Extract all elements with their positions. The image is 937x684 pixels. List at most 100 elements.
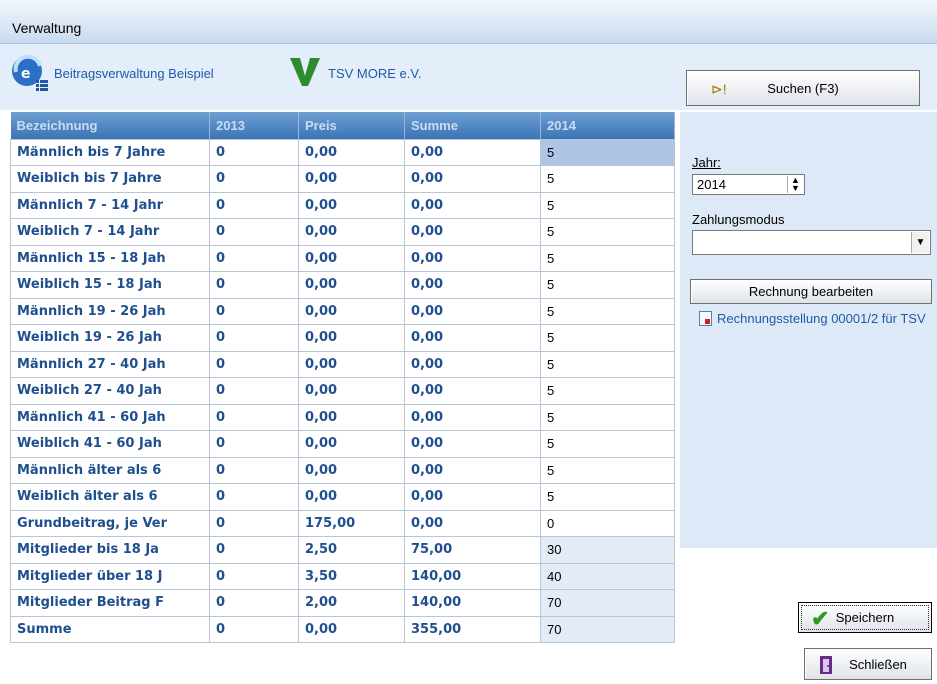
table-cell: 0 [209, 191, 299, 219]
editable-cell-2014[interactable]: 5 [540, 138, 675, 166]
column-header[interactable]: Summe [404, 112, 541, 139]
spin-arrows-icon[interactable]: ▲ ▼ [787, 176, 803, 193]
window-title: Verwaltung [12, 20, 82, 36]
edit-invoice-button[interactable]: Rechnung bearbeiten [690, 279, 932, 304]
table-cell: Männlich 41 - 60 Jah [10, 403, 210, 431]
editable-cell-2014[interactable]: 40 [540, 562, 675, 590]
year-value: 2014 [697, 177, 726, 192]
editable-cell-2014[interactable]: 5 [540, 297, 675, 325]
editable-cell-2014[interactable]: 0 [540, 509, 675, 537]
editable-cell-2014[interactable]: 5 [540, 483, 675, 511]
editable-cell-2014[interactable]: 30 [540, 536, 675, 564]
editable-cell-2014[interactable]: 5 [540, 377, 675, 405]
table-cell: 0 [209, 138, 299, 166]
table-row[interactable]: Männlich 27 - 40 Jah 0 0,00 0,00 5 [10, 350, 675, 378]
table-row[interactable]: Weiblich bis 7 Jahre 0 0,00 0,00 5 [10, 165, 675, 193]
table-row[interactable]: Männlich älter als 6 0 0,00 0,00 5 [10, 456, 675, 484]
save-button[interactable]: ✔ Speichern [798, 602, 932, 633]
table-cell: 0,00 [298, 244, 405, 272]
window-titlebar: Verwaltung [0, 0, 937, 44]
editable-cell-2014[interactable]: 5 [540, 191, 675, 219]
table-row[interactable]: Männlich 7 - 14 Jahr 0 0,00 0,00 5 [10, 191, 675, 219]
editable-cell-2014[interactable]: 5 [540, 271, 675, 299]
chevron-down-icon[interactable]: ▼ [911, 232, 929, 253]
column-header[interactable]: Preis [298, 112, 405, 139]
table-row[interactable]: Mitglieder über 18 J 0 3,50 140,00 40 [10, 562, 675, 590]
app-name: Beitragsverwaltung Beispiel [54, 66, 214, 81]
table-cell: 3,50 [298, 562, 405, 590]
table-cell: 2,50 [298, 536, 405, 564]
editable-cell-2014[interactable]: 5 [540, 218, 675, 246]
table-cell: Männlich 19 - 26 Jah [10, 297, 210, 325]
table-cell: 0 [209, 589, 299, 617]
table-row[interactable]: Mitglieder bis 18 Ja 0 2,50 75,00 30 [10, 536, 675, 564]
table-cell: Summe [10, 615, 210, 643]
table-cell: 0,00 [298, 218, 405, 246]
table-cell: Männlich 27 - 40 Jah [10, 350, 210, 378]
club-v-logo-icon [290, 58, 320, 86]
table-cell: 0 [209, 165, 299, 193]
table-row[interactable]: Männlich 19 - 26 Jah 0 0,00 0,00 5 [10, 297, 675, 325]
table-cell: 0,00 [298, 350, 405, 378]
table-cell: 0 [209, 377, 299, 405]
table-row[interactable]: Weiblich älter als 6 0 0,00 0,00 5 [10, 483, 675, 511]
table-cell: Weiblich 41 - 60 Jah [10, 430, 210, 458]
editable-cell-2014[interactable]: 5 [540, 350, 675, 378]
editable-cell-2014[interactable]: 5 [540, 456, 675, 484]
editable-cell-2014[interactable]: 5 [540, 430, 675, 458]
table-cell: Grundbeitrag, je Ver [10, 509, 210, 537]
payment-mode-label: Zahlungsmodus [692, 212, 785, 227]
table-cell: 0,00 [298, 191, 405, 219]
table-cell: 0,00 [298, 430, 405, 458]
beitragsverwaltung-logo-icon: e [12, 54, 48, 91]
table-row[interactable]: Weiblich 27 - 40 Jah 0 0,00 0,00 5 [10, 377, 675, 405]
table-cell: 0,00 [298, 138, 405, 166]
table-cell: 0,00 [404, 271, 541, 299]
table-row[interactable]: Weiblich 19 - 26 Jah 0 0,00 0,00 5 [10, 324, 675, 352]
column-header[interactable]: 2013 [209, 112, 299, 139]
table-cell: 140,00 [404, 562, 541, 590]
table-cell: 0 [209, 218, 299, 246]
year-label: Jahr: [692, 155, 721, 170]
year-spinner[interactable]: 2014 ▲ ▼ [692, 174, 805, 195]
column-header[interactable]: 2014 [540, 112, 675, 139]
table-row[interactable]: Weiblich 15 - 18 Jah 0 0,00 0,00 5 [10, 271, 675, 299]
editable-cell-2014[interactable]: 5 [540, 403, 675, 431]
checkmark-icon: ✔ [811, 606, 830, 631]
invoice-link[interactable]: Rechnungsstellung 00001/2 für TSV [699, 311, 937, 326]
table-row[interactable]: Summe 0 0,00 355,00 70 [10, 615, 675, 643]
table-cell: Weiblich 7 - 14 Jahr [10, 218, 210, 246]
table-header-row: Bezeichnung 2013 Preis Summe 2014 [10, 112, 675, 139]
payment-mode-select[interactable]: ▼ [692, 230, 931, 255]
table-cell: 0 [209, 456, 299, 484]
editable-cell-2014[interactable]: 5 [540, 165, 675, 193]
editable-cell-2014[interactable]: 70 [540, 589, 675, 617]
table-row[interactable]: Weiblich 7 - 14 Jahr 0 0,00 0,00 5 [10, 218, 675, 246]
table-cell: 0,00 [298, 324, 405, 352]
close-button[interactable]: Schließen [804, 648, 932, 680]
table-cell: 0 [209, 615, 299, 643]
table-row[interactable]: Mitglieder Beitrag F 0 2,00 140,00 70 [10, 589, 675, 617]
editable-cell-2014[interactable]: 5 [540, 324, 675, 352]
table-row[interactable]: Weiblich 41 - 60 Jah 0 0,00 0,00 5 [10, 430, 675, 458]
fee-table: Bezeichnung 2013 Preis Summe 2014 Männli… [10, 112, 675, 643]
table-cell: 0,00 [404, 191, 541, 219]
table-cell: 0,00 [404, 509, 541, 537]
table-row[interactable]: Grundbeitrag, je Ver 0 175,00 0,00 0 [10, 509, 675, 537]
table-cell: Weiblich älter als 6 [10, 483, 210, 511]
save-button-label: Speichern [835, 610, 895, 625]
table-cell: 75,00 [404, 536, 541, 564]
table-cell: 0,00 [404, 430, 541, 458]
table-row[interactable]: Männlich bis 7 Jahre 0 0,00 0,00 5 [10, 138, 675, 166]
table-cell: 0,00 [404, 377, 541, 405]
search-button[interactable]: ⊳! Suchen (F3) [686, 70, 920, 106]
table-cell: 0 [209, 509, 299, 537]
editable-cell-2014[interactable]: 5 [540, 244, 675, 272]
table-cell: 0,00 [404, 456, 541, 484]
exit-door-icon [820, 656, 832, 674]
table-cell: 0,00 [404, 324, 541, 352]
editable-cell-2014[interactable]: 70 [540, 615, 675, 643]
table-row[interactable]: Männlich 41 - 60 Jah 0 0,00 0,00 5 [10, 403, 675, 431]
column-header[interactable]: Bezeichnung [10, 112, 210, 139]
table-row[interactable]: Männlich 15 - 18 Jah 0 0,00 0,00 5 [10, 244, 675, 272]
